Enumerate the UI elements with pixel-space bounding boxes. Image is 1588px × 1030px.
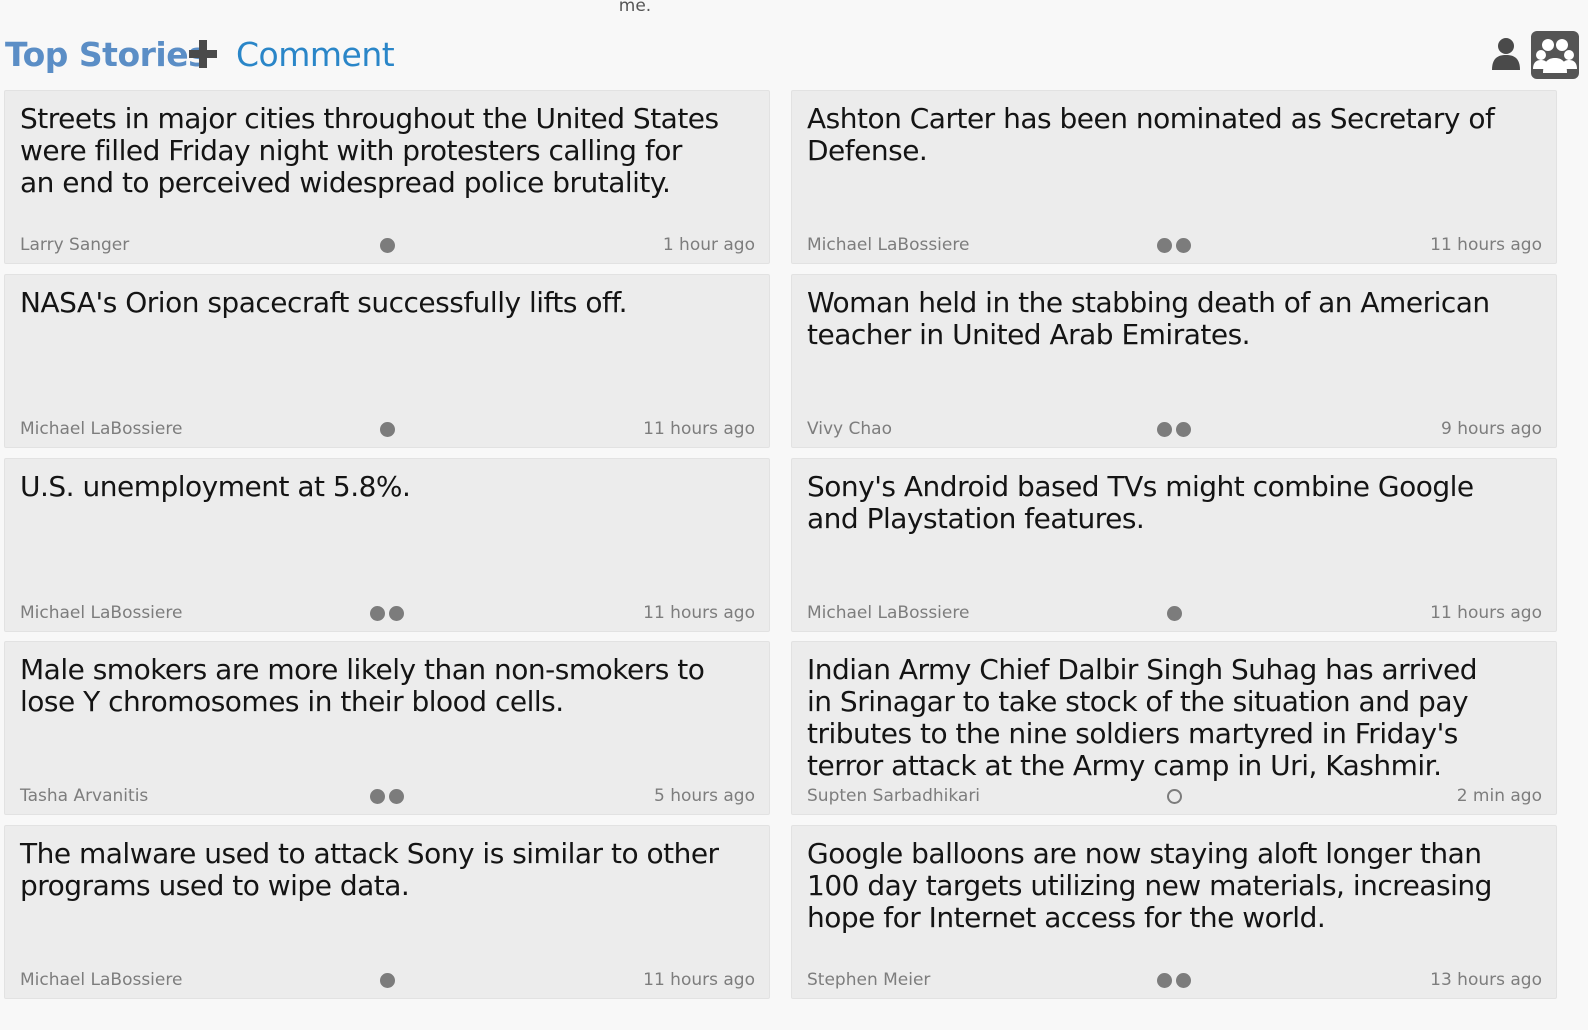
story-timestamp: 9 hours ago xyxy=(1440,419,1542,439)
story-timestamp: 1 hour ago xyxy=(662,235,755,255)
story-timestamp: 11 hours ago xyxy=(643,419,755,439)
story-card[interactable]: The malware used to attack Sony is simil… xyxy=(4,825,770,999)
story-rating-dots xyxy=(5,238,769,253)
story-timestamp: 13 hours ago xyxy=(1430,970,1542,990)
filled-dot-icon xyxy=(1157,238,1172,253)
story-timestamp: 11 hours ago xyxy=(643,603,755,623)
story-headline: Streets in major cities throughout the U… xyxy=(20,102,719,199)
plus-icon[interactable] xyxy=(187,35,219,71)
story-card[interactable]: Woman held in the stabbing death of an A… xyxy=(791,274,1557,448)
user-icon[interactable] xyxy=(1490,36,1522,72)
story-card[interactable]: U.S. unemployment at 5.8%. Michael LaBoss… xyxy=(4,458,770,632)
story-headline: Male smokers are more likely than non-sm… xyxy=(20,653,705,718)
story-headline: Indian Army Chief Dalbir Singh Suhag has… xyxy=(807,653,1478,782)
filled-dot-icon xyxy=(379,238,395,253)
filled-dot-icon xyxy=(1176,238,1191,253)
story-card[interactable]: Male smokers are more likely than non-sm… xyxy=(4,641,770,815)
comment-button[interactable]: Comment xyxy=(236,35,395,74)
filled-dot-icon xyxy=(370,606,385,621)
filled-dot-icon xyxy=(1166,606,1182,621)
filled-dot-icon xyxy=(1176,973,1191,988)
top-fragment-text: me. xyxy=(618,0,652,16)
filled-dot-icon xyxy=(389,789,404,804)
story-timestamp: 5 hours ago xyxy=(653,786,755,806)
filled-dot-icon xyxy=(379,973,395,988)
header: Top Stories Comment xyxy=(0,30,1588,80)
story-card[interactable]: Ashton Carter has been nominated as Secr… xyxy=(791,90,1557,264)
story-headline: The malware used to attack Sony is simil… xyxy=(20,837,719,902)
filled-dot-icon xyxy=(1157,973,1172,988)
filled-dot-icon xyxy=(379,422,395,437)
filled-dot-icon xyxy=(389,606,404,621)
story-card[interactable]: Google balloons are now staying aloft lo… xyxy=(791,825,1557,999)
story-headline: Sony's Android based TVs might combine G… xyxy=(807,470,1474,535)
story-headline: U.S. unemployment at 5.8%. xyxy=(20,470,411,503)
story-timestamp: 2 min ago xyxy=(1456,786,1542,806)
story-card[interactable]: NASA's Orion spacecraft successfully lif… xyxy=(4,274,770,448)
story-timestamp: 11 hours ago xyxy=(643,970,755,990)
story-headline: Ashton Carter has been nominated as Secr… xyxy=(807,102,1495,167)
story-card[interactable]: Streets in major cities throughout the U… xyxy=(4,90,770,264)
empty-dot-icon xyxy=(1166,789,1182,804)
story-card[interactable]: Indian Army Chief Dalbir Singh Suhag has… xyxy=(791,641,1557,815)
top-stories-tab[interactable]: Top Stories xyxy=(5,35,208,74)
story-headline: Woman held in the stabbing death of an A… xyxy=(807,286,1490,351)
filled-dot-icon xyxy=(370,789,385,804)
filled-dot-icon xyxy=(1176,422,1191,437)
story-headline: NASA's Orion spacecraft successfully lif… xyxy=(20,286,628,319)
story-rating-dots xyxy=(792,789,1556,804)
story-timestamp: 11 hours ago xyxy=(1430,235,1542,255)
story-card[interactable]: Sony's Android based TVs might combine G… xyxy=(791,458,1557,632)
story-timestamp: 11 hours ago xyxy=(1430,603,1542,623)
story-headline: Google balloons are now staying aloft lo… xyxy=(807,837,1492,934)
filled-dot-icon xyxy=(1157,422,1172,437)
group-icon[interactable] xyxy=(1531,31,1579,79)
